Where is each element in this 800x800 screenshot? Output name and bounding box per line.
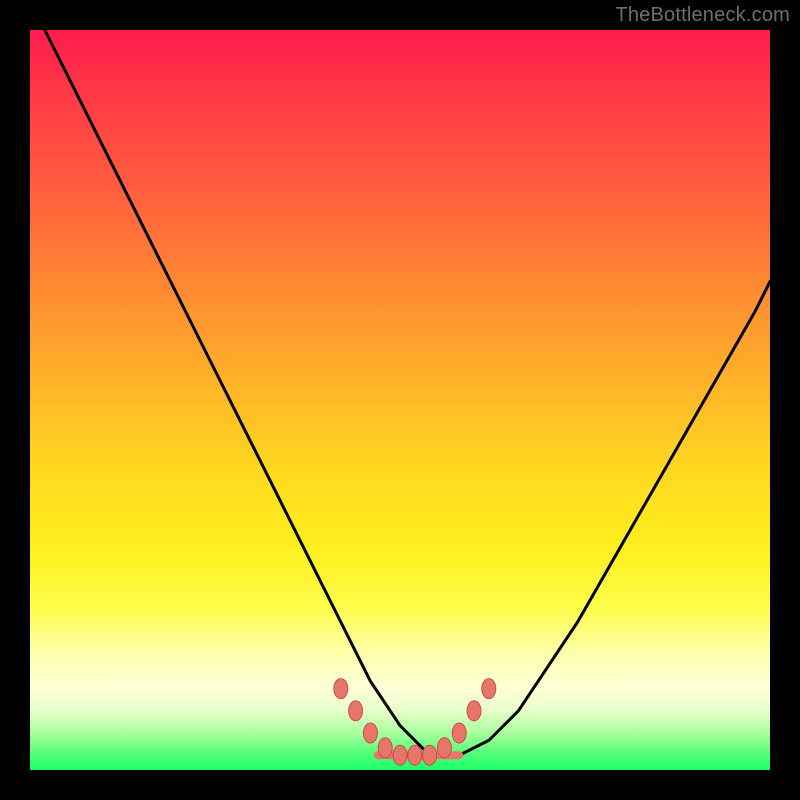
bottleneck-marker [393,745,407,765]
chart-frame: TheBottleneck.com [0,0,800,800]
bottleneck-curve [45,30,770,755]
bottleneck-marker [363,723,377,743]
bottleneck-marker [437,738,451,758]
curve-svg [30,30,770,770]
bottleneck-marker [349,701,363,721]
bottleneck-marker [378,738,392,758]
bottleneck-marker [467,701,481,721]
marker-group [334,679,496,766]
bottleneck-marker [334,679,348,699]
watermark-text: TheBottleneck.com [615,4,790,27]
bottleneck-marker [452,723,466,743]
bottleneck-marker [482,679,496,699]
plot-area [30,30,770,770]
bottleneck-marker [408,745,422,765]
bottleneck-marker [423,745,437,765]
